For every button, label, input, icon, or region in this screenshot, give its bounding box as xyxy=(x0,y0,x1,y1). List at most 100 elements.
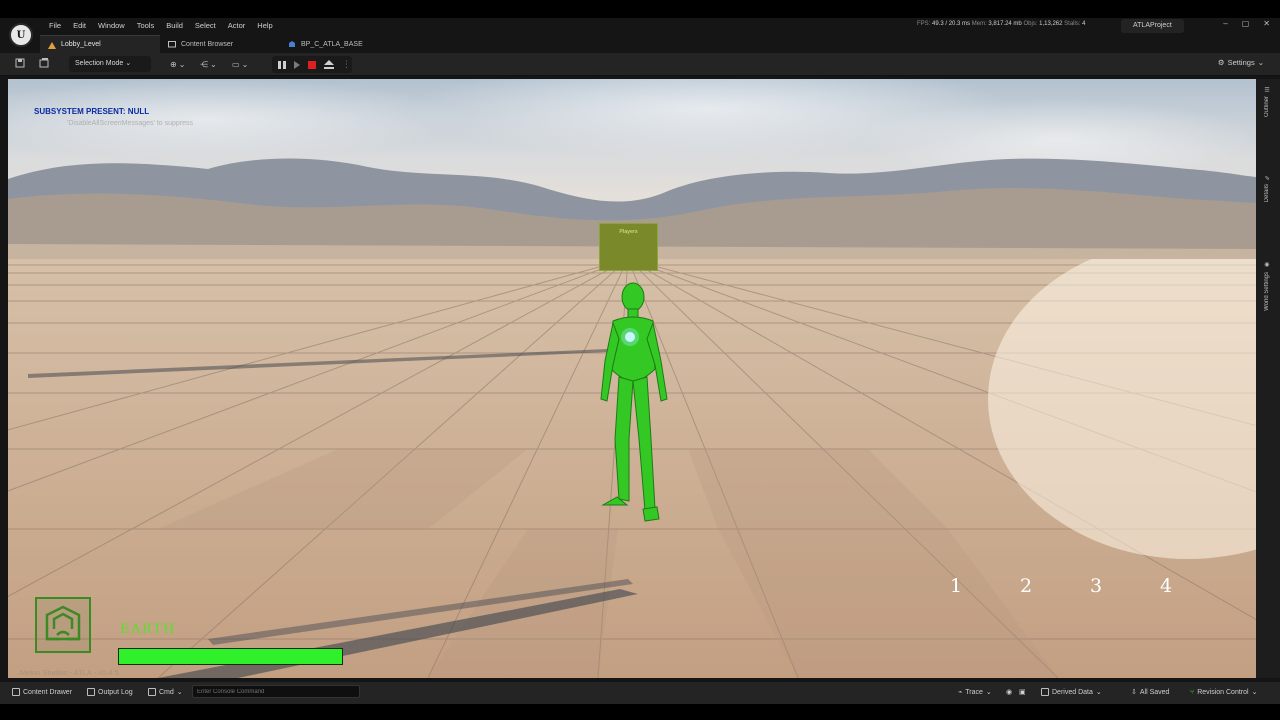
blueprint-dropdown[interactable]: ⋲ ⌄ xyxy=(200,57,217,71)
output-log-button[interactable]: Output Log xyxy=(87,688,133,696)
level-icon xyxy=(48,41,56,49)
objs-label: Objs: xyxy=(1023,21,1038,27)
main-menu: File Edit Window Tools Build Select Acto… xyxy=(43,21,279,31)
tab-lobby-level[interactable]: Lobby_Level xyxy=(40,35,160,53)
record-icon: ◉ xyxy=(1006,689,1013,696)
save-status-icon: ⇩ xyxy=(1131,689,1137,696)
save-icon[interactable] xyxy=(14,58,26,70)
stalls-label: Stalls: xyxy=(1064,21,1081,27)
maximize-button[interactable]: ▢ xyxy=(1242,19,1250,28)
step-forward-icon[interactable] xyxy=(294,60,300,69)
unreal-editor-window: File Edit Window Tools Build Select Acto… xyxy=(0,18,1280,704)
eject-icon[interactable] xyxy=(324,60,334,69)
cmd-dropdown[interactable]: Cmd ⌄ xyxy=(148,688,183,696)
trace-label: Trace xyxy=(965,688,983,696)
add-actor-icon: ⊕ xyxy=(170,59,177,69)
slot-number: 4 xyxy=(1159,575,1173,597)
slot-number: 2 xyxy=(1019,575,1033,597)
status-bar: Content Drawer Output Log Cmd ⌄ ⌁ Trace … xyxy=(0,682,1280,704)
stalls-value: 4 xyxy=(1082,21,1086,27)
settings-label: Settings xyxy=(1227,58,1255,67)
screenshot-button[interactable]: ▣ xyxy=(1019,688,1026,696)
health-bar-fill xyxy=(119,649,342,664)
console-input[interactable] xyxy=(192,685,360,698)
objs-value: 1,13,262 xyxy=(1039,21,1063,27)
tab-details[interactable]: Details ✎ xyxy=(1260,173,1274,202)
gear-icon: ⚙ xyxy=(1217,58,1225,67)
menu-select[interactable]: Select xyxy=(189,21,222,31)
content-drawer-button[interactable]: Content Drawer xyxy=(12,688,72,696)
world-settings-label: World Settings xyxy=(1264,272,1270,311)
unreal-logo-icon[interactable]: U xyxy=(9,23,33,47)
level-viewport[interactable]: SUBSYSTEM PRESENT: NULL 'DisableAllScree… xyxy=(8,79,1256,678)
element-name: EARTH xyxy=(120,622,176,637)
menu-window[interactable]: Window xyxy=(92,21,131,31)
list-icon: ☰ xyxy=(1264,85,1271,92)
all-saved-label: All Saved xyxy=(1139,688,1170,696)
add-actor-dropdown[interactable]: ⊕ ⌄ xyxy=(170,57,185,71)
folder-icon xyxy=(168,40,176,48)
play-controls: ⋮ xyxy=(272,56,352,73)
chevron-down-icon: ⌄ xyxy=(210,59,217,69)
tab-outliner[interactable]: Outliner ☰ xyxy=(1260,85,1274,117)
selection-mode-dropdown[interactable]: Selection Mode ⌄ xyxy=(69,56,151,72)
revision-control-dropdown[interactable]: ⑂ Revision Control ⌄ xyxy=(1190,688,1257,697)
menu-help[interactable]: Help xyxy=(251,21,278,31)
cinematics-dropdown[interactable]: ▭ ⌄ xyxy=(232,57,248,71)
stop-icon[interactable] xyxy=(308,60,316,69)
tab-content-browser[interactable]: Content Browser xyxy=(160,35,280,53)
slot-number: 1 xyxy=(949,575,963,597)
menu-build[interactable]: Build xyxy=(160,21,189,31)
more-options-icon[interactable]: ⋮ xyxy=(342,59,351,70)
clapper-icon: ▭ xyxy=(232,59,240,69)
selection-mode-label: Selection Mode xyxy=(75,60,124,67)
log-icon xyxy=(87,688,95,696)
output-log-label: Output Log xyxy=(98,688,133,696)
derived-data-dropdown[interactable]: Derived Data ⌄ xyxy=(1041,688,1102,696)
fps-value: 49.3 xyxy=(932,21,944,27)
chevron-down-icon: ⌄ xyxy=(1095,689,1102,696)
cmd-label: Cmd xyxy=(159,688,174,696)
collapsed-side-panel: Outliner ☰ Details ✎ World Settings ◉ xyxy=(1256,79,1280,678)
trace-icon: ⌁ xyxy=(958,689,963,696)
all-saved-button[interactable]: ⇩ All Saved xyxy=(1131,688,1170,697)
earth-emblem-icon xyxy=(35,597,91,653)
letterbox-bottom xyxy=(0,704,1280,720)
content-drawer-label: Content Drawer xyxy=(23,688,73,696)
menu-file[interactable]: File xyxy=(43,21,67,31)
performance-stats: FPS: 49.3 / 20.3 ms Mem: 3,817.24 mb Obj… xyxy=(917,21,1086,27)
pause-icon[interactable] xyxy=(278,60,286,69)
mem-value: 3,817.24 mb xyxy=(988,21,1022,27)
minimize-button[interactable]: – xyxy=(1223,19,1227,28)
main-toolbar: Selection Mode ⌄ ⊕ ⌄ ⋲ ⌄ ▭ ⌄ ⋮ ⚙ Settings ⌄ xyxy=(0,53,1280,76)
revision-control-label: Revision Control xyxy=(1197,688,1249,696)
frame-ms-value: / 20.3 ms xyxy=(945,21,971,27)
project-name[interactable]: ATLAProject xyxy=(1121,19,1184,33)
record-button[interactable]: ◉ xyxy=(1006,688,1012,696)
chevron-down-icon: ⌄ xyxy=(241,59,249,69)
tab-world-settings[interactable]: World Settings ◉ xyxy=(1260,261,1274,311)
mem-label: Mem: xyxy=(971,21,987,27)
database-icon xyxy=(1041,688,1049,696)
blueprint-menu-icon: ⋲ xyxy=(200,59,208,69)
ability-slot-numbers: 1 2 3 4 xyxy=(946,575,1176,597)
slot-number: 3 xyxy=(1089,575,1103,597)
menu-tools[interactable]: Tools xyxy=(131,21,161,31)
details-label: Details xyxy=(1264,184,1270,203)
title-bar: File Edit Window Tools Build Select Acto… xyxy=(0,18,1280,34)
menu-actor[interactable]: Actor xyxy=(222,21,252,31)
players-label: Players xyxy=(619,229,638,235)
content-icon[interactable] xyxy=(38,58,50,70)
tab-blueprint[interactable]: BP_C_ATLA_BASE xyxy=(280,35,390,53)
debug-hint: 'DisableAllScreenMessages' to suppress xyxy=(67,120,194,127)
trace-dropdown[interactable]: ⌁ Trace ⌄ xyxy=(958,688,992,697)
health-bar xyxy=(118,648,343,665)
close-button[interactable]: ✕ xyxy=(1263,19,1270,28)
settings-button[interactable]: ⚙ Settings ⌄ xyxy=(1218,58,1264,67)
drawer-icon xyxy=(12,688,20,696)
document-tabs: Lobby_Level Content Browser BP_C_ATLA_BA… xyxy=(40,35,390,53)
menu-edit[interactable]: Edit xyxy=(67,21,92,31)
chevron-down-icon: ⌄ xyxy=(125,60,132,67)
debug-message: SUBSYSTEM PRESENT: NULL xyxy=(34,107,150,116)
chevron-down-icon: ⌄ xyxy=(178,59,186,69)
